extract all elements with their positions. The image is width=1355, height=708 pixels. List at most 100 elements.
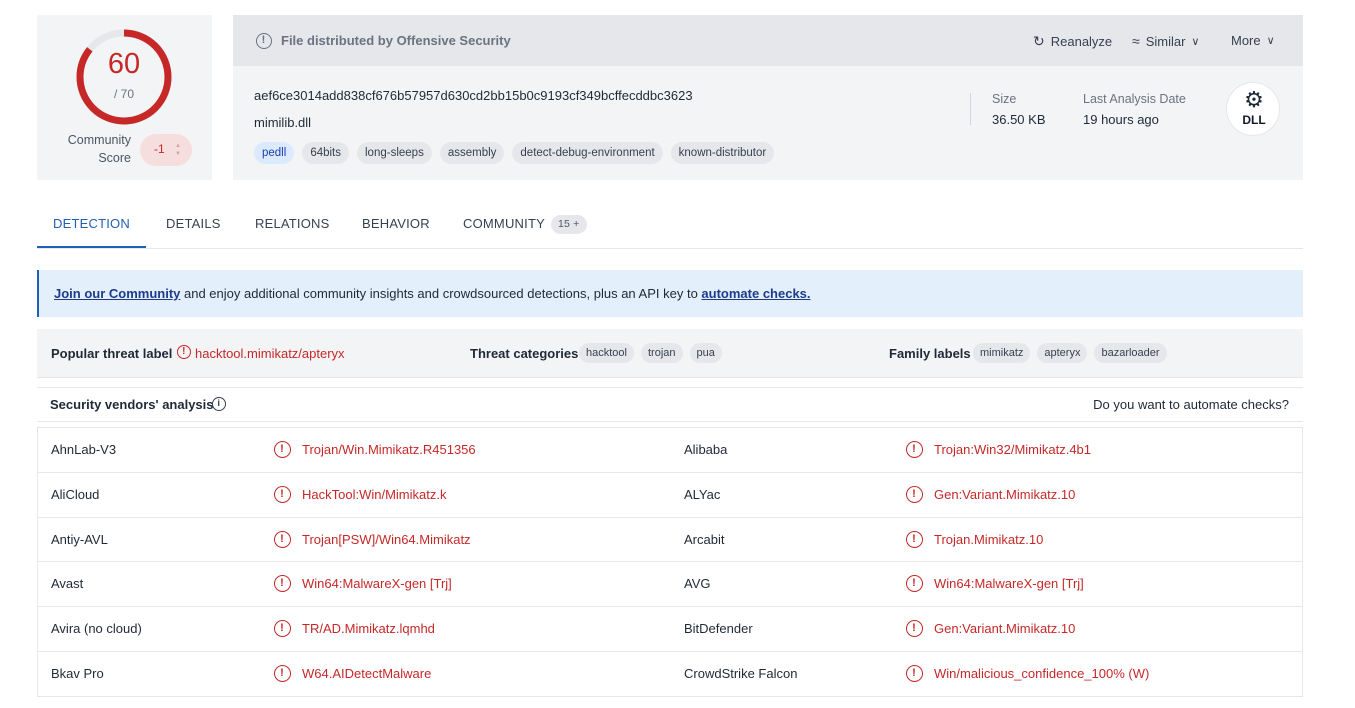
- vendor-name: CrowdStrike Falcon: [684, 665, 798, 681]
- table-row: AhnLab-V3 Trojan/Win.Mimikatz.R451356 Al…: [38, 428, 1302, 473]
- family-labels-label: Family labels: [889, 346, 971, 361]
- vendor-name: AhnLab-V3: [51, 442, 117, 457]
- size-label: Size: [992, 92, 1017, 106]
- threat-category-chip[interactable]: pua: [689, 343, 722, 363]
- file-tags: pedll 64bits long-sleeps assembly detect…: [254, 142, 775, 164]
- vote-up-icon[interactable]: ▲: [175, 143, 181, 149]
- vendor-name: AliCloud: [51, 486, 100, 502]
- family-labels: mimikatz apteryx bazarloader: [973, 343, 1167, 363]
- info-icon: [256, 33, 272, 49]
- tab-behavior[interactable]: BEHAVIOR: [362, 200, 430, 248]
- info-icon[interactable]: [212, 397, 226, 411]
- family-label-chip[interactable]: apteryx: [1037, 343, 1088, 363]
- detection-total: / 70: [113, 87, 134, 101]
- threat-categories-label: Threat categories: [470, 346, 579, 361]
- refresh-icon: ↻: [1033, 33, 1045, 49]
- file-tag[interactable]: assembly: [439, 142, 505, 164]
- tab-detection[interactable]: DETECTION: [37, 200, 146, 248]
- popular-threat-value[interactable]: hacktool.mimikatz/apteryx: [195, 346, 345, 361]
- reanalyze-label: Reanalyze: [1050, 34, 1113, 49]
- more-label: More: [1231, 33, 1261, 48]
- community-score-label: Community Score: [67, 133, 131, 165]
- tab-label: COMMUNITY: [463, 216, 545, 231]
- vote-down-icon[interactable]: ▼: [175, 151, 181, 157]
- file-hash[interactable]: aef6ce3014add838cf676b57957d630cd2bb15b0…: [254, 88, 693, 103]
- alert-icon: [274, 575, 291, 593]
- detection-result: Win64:MalwareX-gen [Trj]: [302, 576, 452, 592]
- file-type-badge: ⚙ DLL: [1226, 82, 1280, 136]
- detection-count: 60: [107, 48, 141, 80]
- alert-icon: [274, 664, 291, 682]
- tab-label: DETECTION: [53, 216, 130, 231]
- vendor-name: Antiy-AVL: [51, 531, 108, 547]
- tab-relations[interactable]: RELATIONS: [255, 200, 330, 248]
- vendor-analysis-title: Security vendors' analysis: [50, 397, 214, 412]
- detection-result: Trojan:Win32/Mimikatz.4b1: [934, 442, 1092, 457]
- table-row: AliCloud HackTool:Win/Mimikatz.k ALYac G…: [38, 473, 1302, 518]
- distributor-note: File distributed by Offensive Security: [281, 33, 511, 48]
- family-label-chip[interactable]: bazarloader: [1094, 343, 1167, 363]
- threat-summary: Popular threat label hacktool.mimikatz/a…: [37, 329, 1303, 378]
- detection-result: Trojan/Win.Mimikatz.R451356: [302, 442, 476, 457]
- vendor-name: BitDefender: [684, 621, 753, 637]
- threat-categories: hacktool trojan pua: [579, 343, 722, 363]
- file-tag[interactable]: known-distributor: [670, 142, 775, 164]
- alert-icon: [274, 530, 291, 548]
- alert-icon: [274, 485, 291, 503]
- detection-score-card: 60 / 70 Community Score -1 ▲ ▼: [37, 15, 212, 180]
- automate-checks-link[interactable]: automate checks.: [701, 286, 810, 301]
- community-count-badge: 15 +: [550, 215, 587, 235]
- file-type-label: DLL: [1242, 113, 1266, 127]
- more-button[interactable]: More ∨: [1231, 33, 1275, 48]
- size-value: 36.50 KB: [992, 112, 1046, 127]
- join-community-link[interactable]: Join our Community: [54, 286, 180, 301]
- tab-community[interactable]: COMMUNITY 15 +: [463, 200, 587, 248]
- table-row: Avast Win64:MalwareX-gen [Trj] AVG Win64…: [38, 562, 1302, 608]
- file-card-header: File distributed by Offensive Security ↻…: [233, 15, 1303, 66]
- detection-gauge: 60 / 70: [73, 26, 175, 128]
- file-tag[interactable]: 64bits: [302, 142, 349, 164]
- tab-label: DETAILS: [166, 216, 221, 231]
- vendor-name: Alibaba: [684, 442, 728, 457]
- reanalyze-button[interactable]: ↻ Reanalyze: [1033, 33, 1112, 50]
- threat-category-chip[interactable]: trojan: [640, 343, 683, 363]
- detection-result: HackTool:Win/Mimikatz.k: [302, 486, 447, 502]
- gear-icon: ⚙: [1244, 87, 1264, 112]
- similar-button[interactable]: ≈ Similar ∨: [1132, 33, 1199, 49]
- last-analysis-label: Last Analysis Date: [1083, 92, 1186, 106]
- file-tag[interactable]: pedll: [254, 142, 295, 164]
- community-score-pill[interactable]: -1 ▲ ▼: [140, 134, 192, 166]
- chevron-down-icon: ∨: [1191, 35, 1200, 48]
- tab-label: RELATIONS: [255, 216, 330, 231]
- community-score-value: -1: [154, 142, 165, 156]
- threat-category-chip[interactable]: hacktool: [579, 343, 634, 363]
- automate-checks-prompt[interactable]: Do you want to automate checks?: [1093, 397, 1289, 412]
- family-label-chip[interactable]: mimikatz: [973, 343, 1031, 363]
- table-row: Bkav Pro W64.AIDetectMalware CrowdStrike…: [38, 652, 1302, 697]
- detection-result: Win64:MalwareX-gen [Trj]: [934, 576, 1084, 592]
- chevron-down-icon: ∨: [1266, 35, 1275, 47]
- divider: [970, 93, 971, 125]
- vendor-table: AhnLab-V3 Trojan/Win.Mimikatz.R451356 Al…: [37, 427, 1303, 697]
- alert-icon: [906, 664, 923, 682]
- detection-result: W64.AIDetectMalware: [302, 665, 432, 681]
- alert-icon: [906, 485, 923, 503]
- tab-details[interactable]: DETAILS: [166, 200, 221, 248]
- file-tag[interactable]: long-sleeps: [357, 142, 432, 164]
- alert-icon: [177, 345, 191, 359]
- file-tag[interactable]: detect-debug-environment: [512, 142, 663, 164]
- vendor-name: Arcabit: [684, 531, 725, 547]
- detection-result: Gen:Variant.Mimikatz.10: [934, 486, 1076, 502]
- table-row: Avira (no cloud) TR/AD.Mimikatz.lqmhd Bi…: [38, 607, 1302, 652]
- file-name: mimilib.dll: [254, 115, 312, 130]
- detection-result: Trojan.Mimikatz.10: [934, 531, 1044, 547]
- similar-icon: ≈: [1132, 33, 1140, 49]
- table-row: Antiy-AVL Trojan[PSW]/Win64.Mimikatz Arc…: [38, 518, 1302, 563]
- alert-icon: [906, 441, 923, 458]
- vendor-name: Avast: [51, 576, 84, 592]
- detection-result: Gen:Variant.Mimikatz.10: [934, 621, 1076, 637]
- vendor-name: AVG: [684, 576, 711, 592]
- banner-text: Join our Community and enjoy additional …: [54, 286, 811, 301]
- vendor-name: Avira (no cloud): [51, 621, 142, 637]
- similar-label: Similar: [1145, 33, 1186, 49]
